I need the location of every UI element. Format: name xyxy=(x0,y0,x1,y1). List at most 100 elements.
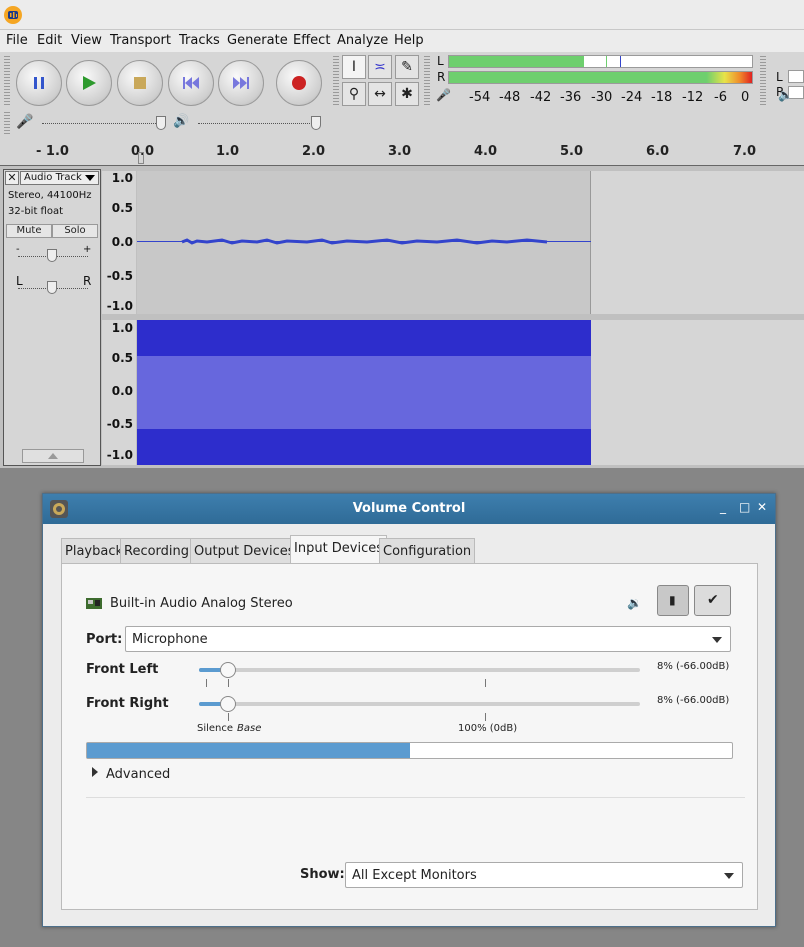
input-volume-thumb[interactable] xyxy=(156,116,166,130)
menu-help[interactable]: Help xyxy=(394,33,424,48)
amplitude-tick: -0.5 xyxy=(106,269,133,283)
menu-tracks[interactable]: Tracks xyxy=(179,33,220,48)
stop-button[interactable] xyxy=(117,60,163,106)
menu-analyze[interactable]: Analyze xyxy=(337,33,388,48)
device-name: Built-in Audio Analog Stereo xyxy=(110,596,293,611)
rec-meter-left-bar[interactable] xyxy=(788,70,804,83)
pan-thumb[interactable] xyxy=(47,281,57,294)
mute-toggle-button[interactable]: ▮ xyxy=(657,585,689,616)
menu-generate[interactable]: Generate xyxy=(227,33,288,48)
menu-edit[interactable]: Edit xyxy=(37,33,62,48)
show-select[interactable]: All Except Monitors xyxy=(345,862,743,888)
scale-mark-100 xyxy=(485,679,486,687)
front-left-label: Front Left xyxy=(86,662,159,677)
close-icon[interactable]: ✕ xyxy=(757,500,767,514)
scale-base-label: Base xyxy=(237,723,262,734)
meter-tick: -36 xyxy=(560,90,582,105)
toolbar-grip[interactable] xyxy=(4,112,10,134)
meter-left-bar[interactable] xyxy=(448,55,753,68)
peak-level-fill xyxy=(87,743,410,758)
menu-effect[interactable]: Effect xyxy=(293,33,330,48)
input-devices-pane: Built-in Audio Analog Stereo 🔉 ▮ ✔ Port:… xyxy=(61,563,758,910)
speaker-volume-icon: 🔊 xyxy=(173,114,190,129)
gain-minus-label: - xyxy=(16,244,20,255)
empty-track-region[interactable] xyxy=(591,171,804,314)
pause-icon xyxy=(34,77,44,89)
toolbar-grip[interactable] xyxy=(424,56,430,106)
check-icon: ✔ xyxy=(707,592,719,608)
toolbar-grip[interactable] xyxy=(760,56,766,106)
scale-100-label: 100% (0dB) xyxy=(458,723,518,734)
record-icon xyxy=(292,76,306,90)
tab-configuration[interactable]: Configuration xyxy=(379,538,476,564)
ibeam-icon: I xyxy=(351,59,357,75)
play-button[interactable] xyxy=(66,60,112,106)
meter-right-bar[interactable] xyxy=(448,71,753,84)
expander-arrow-icon[interactable] xyxy=(92,767,98,777)
output-volume-thumb[interactable] xyxy=(311,116,321,130)
track-menu-button[interactable]: Audio Track xyxy=(20,171,99,185)
pause-button[interactable] xyxy=(16,60,62,106)
menu-file[interactable]: File xyxy=(6,33,28,48)
speaker-icon[interactable]: 🔈 xyxy=(778,88,793,102)
front-right-slider[interactable] xyxy=(199,702,640,706)
scale-mark-100 xyxy=(485,713,486,721)
front-left-value: 8% (-66.00dB) xyxy=(657,661,730,672)
solo-button[interactable]: Solo xyxy=(52,224,98,238)
timeline-ruler[interactable]: - 1.0 0.0 1.0 2.0 3.0 4.0 5.0 6.0 7.0 xyxy=(0,140,804,166)
timeshift-tool-button[interactable]: ↔ xyxy=(368,82,392,106)
gain-thumb[interactable] xyxy=(47,249,57,262)
volume-control-titlebar[interactable]: Volume Control _ □ ✕ xyxy=(43,494,775,524)
meter-tick: -54 xyxy=(469,90,491,105)
amplitude-tick: -1.0 xyxy=(106,448,133,462)
tab-output-devices[interactable]: Output Devices xyxy=(190,538,299,564)
window-title: Volume Control xyxy=(352,501,466,516)
maximize-icon[interactable]: □ xyxy=(739,500,750,514)
selection-tool-button[interactable]: I xyxy=(342,55,366,79)
ruler-tick: 1.0 xyxy=(216,144,240,159)
front-left-slider[interactable] xyxy=(199,668,640,672)
tab-playback[interactable]: Playback xyxy=(61,538,128,564)
amplitude-tick: 0.0 xyxy=(111,384,133,398)
track-control-panel[interactable]: ✕ Audio Track Stereo, 44100Hz 32-bit flo… xyxy=(3,169,101,466)
amplitude-tick: 1.0 xyxy=(111,321,133,335)
separator xyxy=(86,797,745,798)
set-default-button[interactable]: ✔ xyxy=(694,585,731,616)
front-right-thumb[interactable] xyxy=(220,696,236,712)
skip-start-button[interactable] xyxy=(168,60,214,106)
zoom-tool-button[interactable]: ⚲ xyxy=(342,82,366,106)
track-format: Stereo, 44100Hz xyxy=(8,190,92,201)
advanced-expander[interactable]: Advanced xyxy=(106,767,170,782)
multi-tool-button[interactable]: ✱ xyxy=(395,82,419,106)
input-volume-slider[interactable] xyxy=(42,123,164,124)
microphone-icon[interactable]: 🎤 xyxy=(436,88,451,102)
skip-end-button[interactable] xyxy=(218,60,264,106)
port-select[interactable]: Microphone xyxy=(125,626,731,652)
waveform-right-channel[interactable] xyxy=(137,320,591,465)
minimize-icon[interactable]: _ xyxy=(720,500,726,514)
menu-view[interactable]: View xyxy=(71,33,102,48)
empty-track-region[interactable] xyxy=(591,320,804,465)
scale-mark-base xyxy=(228,679,229,687)
pan-left-label: L xyxy=(16,274,23,288)
toolbar-grip[interactable] xyxy=(4,56,10,106)
mute-button[interactable]: Mute xyxy=(6,224,52,238)
menubar: File Edit View Transport Tracks Generate… xyxy=(0,30,804,52)
close-track-button[interactable]: ✕ xyxy=(5,171,19,185)
front-right-label: Front Right xyxy=(86,696,169,711)
collapse-track-button[interactable] xyxy=(22,449,84,463)
mic-volume-icon: 🎤 xyxy=(16,114,34,130)
waveform-left-channel[interactable] xyxy=(137,171,591,314)
toolbar-grip[interactable] xyxy=(333,56,339,106)
front-left-thumb[interactable] xyxy=(220,662,236,678)
tab-input-devices[interactable]: Input Devices xyxy=(290,535,388,565)
output-volume-slider[interactable] xyxy=(198,123,320,124)
draw-tool-button[interactable]: ✎ xyxy=(395,55,419,79)
play-head-marker[interactable] xyxy=(138,152,144,164)
tab-recording[interactable]: Recording xyxy=(120,538,194,564)
record-button[interactable] xyxy=(276,60,322,106)
stop-icon xyxy=(134,77,146,89)
envelope-tool-button[interactable]: ≍ xyxy=(368,55,392,79)
menu-transport[interactable]: Transport xyxy=(110,33,171,48)
track-bitdepth: 32-bit float xyxy=(8,206,64,217)
